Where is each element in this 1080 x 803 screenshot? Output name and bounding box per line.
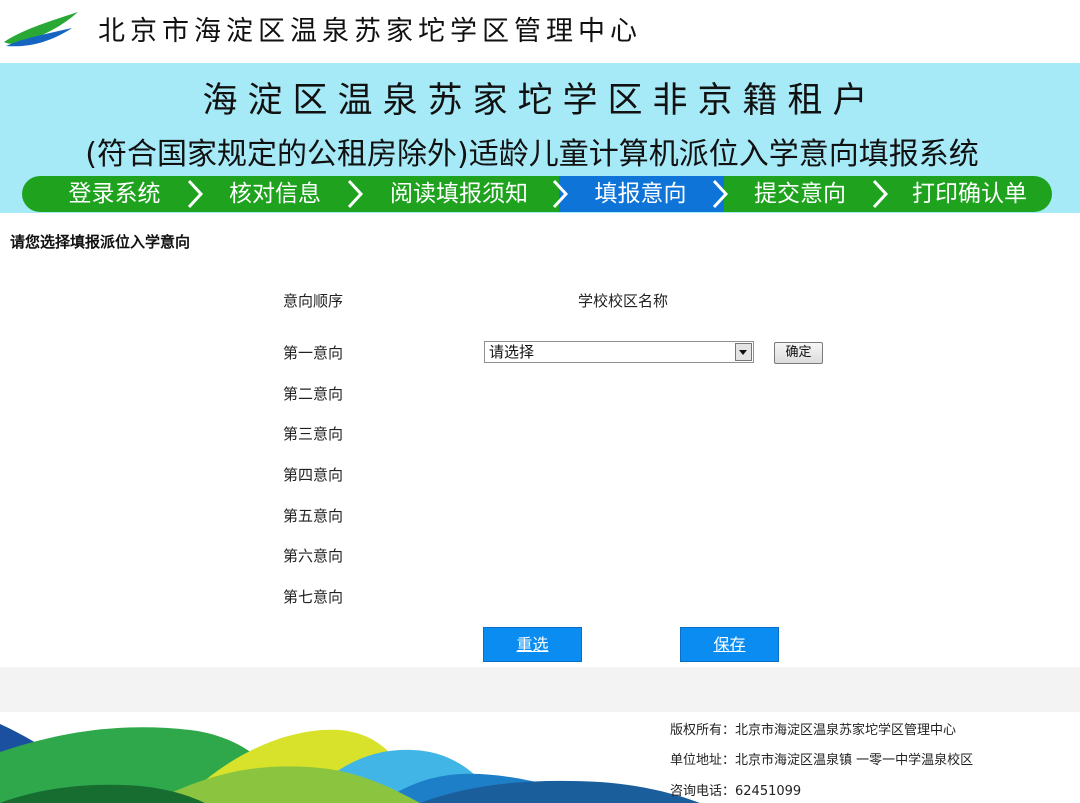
- column-header-school: 学校校区名称: [578, 292, 669, 310]
- preference-label-2: 第二意向: [283, 385, 344, 403]
- step-progress-bar: 登录系统 核对信息 阅读填报须知 填报意向 提交意向 打印确认单: [22, 176, 1052, 212]
- top-header: 北京市海淀区温泉苏家坨学区管理中心: [0, 0, 1080, 63]
- confirm-button[interactable]: 确定: [774, 342, 823, 364]
- step-print-confirmation: 打印确认单: [912, 181, 1027, 207]
- chevron-right-icon: [712, 179, 729, 209]
- section-divider-band: [0, 667, 1080, 712]
- school-select[interactable]: 请选择: [484, 341, 754, 363]
- org-name: 北京市海淀区温泉苏家坨学区管理中心: [98, 16, 642, 47]
- footer-address: 单位地址：北京市海淀区温泉镇 一零一中学温泉校区: [670, 753, 974, 768]
- step-verify-info: 核对信息: [229, 181, 321, 207]
- hills-decoration-icon: [0, 724, 700, 803]
- school-select-value: 请选择: [489, 343, 535, 361]
- reset-button[interactable]: 重选: [483, 627, 582, 662]
- chevron-right-icon: [552, 179, 569, 209]
- preference-label-3: 第三意向: [283, 425, 344, 443]
- system-title-line1: 海淀区温泉苏家坨学区非京籍租户: [202, 81, 878, 121]
- step-fill-preference: 填报意向: [594, 181, 687, 207]
- footer-copyright: 版权所有：北京市海淀区温泉苏家坨学区管理中心: [670, 723, 957, 738]
- preference-label-4: 第四意向: [283, 466, 344, 484]
- system-title-line2: (符合国家规定的公租房除外)适龄儿童计算机派位入学意向填报系统: [85, 137, 979, 172]
- preference-label-1: 第一意向: [283, 344, 344, 362]
- step-submit-preference: 提交意向: [754, 181, 846, 207]
- page-prompt: 请您选择填报派位入学意向: [10, 233, 191, 251]
- preference-label-7: 第七意向: [283, 588, 344, 606]
- title-banner: 海淀区温泉苏家坨学区非京籍租户 (符合国家规定的公租房除外)适龄儿童计算机派位入…: [0, 63, 1080, 213]
- chevron-right-icon: [872, 179, 889, 209]
- chevron-right-icon: [347, 179, 364, 209]
- chevron-right-icon: [187, 179, 204, 209]
- dropdown-arrow-icon[interactable]: [735, 343, 752, 361]
- step-login: 登录系统: [68, 181, 161, 207]
- footer-phone: 咨询电话：62451099: [670, 784, 802, 799]
- step-read-notice: 阅读填报须知: [390, 181, 528, 207]
- leaf-logo-icon: [4, 12, 78, 47]
- preference-label-5: 第五意向: [283, 507, 344, 525]
- save-button[interactable]: 保存: [680, 627, 779, 662]
- preference-label-6: 第六意向: [283, 547, 344, 565]
- column-header-order: 意向顺序: [283, 292, 344, 310]
